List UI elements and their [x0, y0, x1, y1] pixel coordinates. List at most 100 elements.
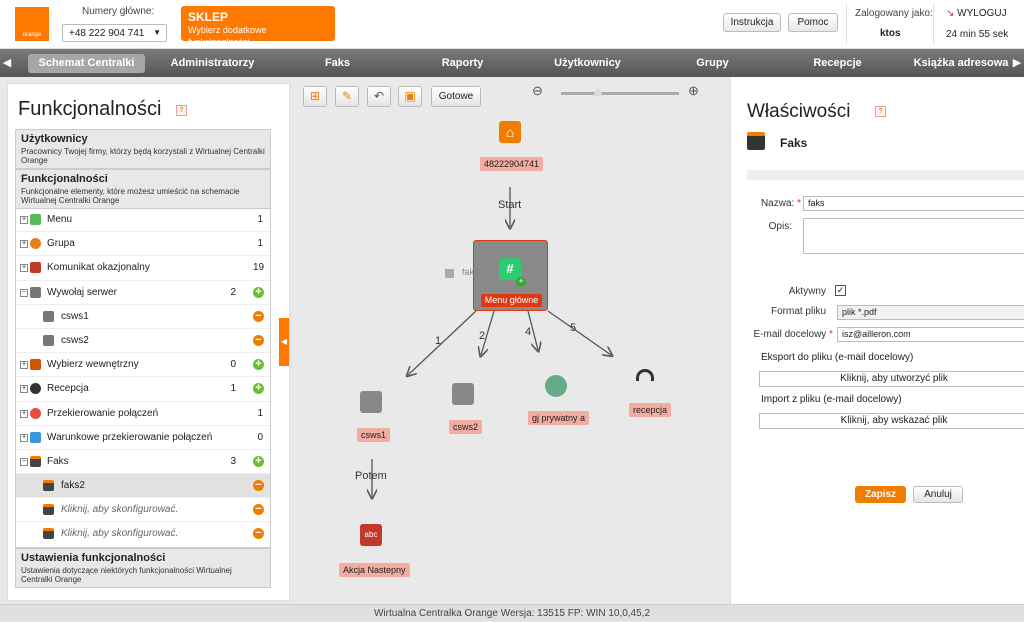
node-csws1[interactable]: csws1 — [357, 428, 391, 442]
start-number-node[interactable]: 48222904741 — [480, 157, 544, 171]
list-item-wywolaj-serwer[interactable]: − Wywołaj serwer 2 + — [16, 281, 270, 305]
message-icon[interactable]: abc — [360, 524, 382, 546]
format-select[interactable]: plik *.pdf — [837, 305, 1024, 320]
required-icon: * — [829, 329, 833, 340]
remove-icon[interactable]: − — [253, 480, 264, 492]
list-item-menu[interactable]: + Menu 1 — [16, 208, 270, 233]
remove-icon[interactable]: − — [253, 334, 264, 346]
edge-label: 4 — [525, 326, 532, 338]
tab-uzytkownicy[interactable]: Użytkownicy — [540, 49, 635, 77]
item-label: Faks — [47, 455, 69, 467]
export-label: Eksport do pliku (e-mail docelowy) — [761, 352, 914, 363]
settings-section[interactable]: Ustawienia funkcjonalności Ustawienia dot… — [15, 548, 271, 588]
tab-ksiazka-adresowa[interactable]: Książka adresowa — [912, 49, 1010, 77]
group-icon — [30, 238, 41, 250]
list-item-csws1[interactable]: csws1 − — [16, 305, 270, 329]
functionalities-panel: Funkcjonalności ? Użytkownicy Pracownicy … — [7, 83, 290, 601]
logout-link[interactable]: ↘ WYLOGUJ — [946, 8, 1007, 19]
properties-header: Faks — [747, 129, 1024, 155]
instrukcja-button[interactable]: Instrukcja — [723, 13, 781, 32]
then-label: Potem — [355, 470, 387, 482]
server-icon[interactable] — [452, 383, 474, 405]
fax-icon — [747, 132, 765, 150]
list-item-wybierz-wewnetrzny[interactable]: + Wybierz wewnętrzny 0 + — [16, 353, 270, 378]
expand-icon[interactable]: + — [20, 433, 28, 442]
node-akcja-nastepny[interactable]: Akcja Nastepny — [339, 563, 410, 577]
list-item-unconfigured[interactable]: Kliknij, aby skonfigurować. − — [16, 498, 270, 523]
functions-list: + Menu 1 + Grupa 1 + Komunikat okazjonalny 19 … — [15, 208, 271, 548]
item-label: csws2 — [61, 334, 89, 346]
list-item-faks[interactable]: − Faks 3 + — [16, 450, 270, 475]
list-item-unconfigured[interactable]: Kliknij, aby skonfigurować. − — [16, 522, 270, 546]
description-textarea[interactable] — [803, 218, 1024, 254]
functions-section[interactable]: Funkcjonalności Funkcjonalne elementy, kt… — [15, 169, 271, 209]
orange-logo[interactable]: orange — [15, 7, 49, 41]
tab-administratorzy[interactable]: Administratorzy — [160, 49, 265, 77]
nav-right-arrow-icon[interactable]: ▶ — [1010, 49, 1024, 77]
list-item-przekierowanie[interactable]: + Przekierowanie połączeń 1 — [16, 402, 270, 426]
users-section[interactable]: Użytkownicy Pracownicy Twojej firmy, któr… — [15, 129, 271, 169]
expand-icon[interactable]: + — [20, 361, 28, 370]
fax-icon — [445, 269, 454, 278]
main-menu-node[interactable]: # + Menu główne — [473, 240, 548, 311]
chevron-down-icon: ▼ — [153, 28, 161, 37]
main-number-value: +48 222 904 741 — [69, 28, 145, 39]
headset-icon[interactable] — [636, 369, 654, 381]
tab-faks[interactable]: Faks — [300, 49, 375, 77]
node-recepcja[interactable]: recepcja — [629, 403, 672, 417]
list-item-grupa[interactable]: + Grupa 1 — [16, 232, 270, 257]
save-button[interactable]: Zapisz — [855, 486, 906, 503]
remove-icon[interactable]: − — [253, 310, 264, 322]
help-icon[interactable]: ? — [176, 105, 187, 116]
users-section-desc: Pracownicy Twojej firmy, którzy będą kor… — [21, 147, 265, 165]
home-icon[interactable]: ⌂ — [499, 121, 521, 143]
nav-left-arrow-icon[interactable]: ◀ — [0, 49, 14, 77]
logo-text: orange — [22, 32, 42, 38]
menu-icon — [30, 214, 41, 225]
active-checkbox[interactable]: ✓ — [835, 285, 846, 296]
help-icon[interactable]: ? — [875, 106, 886, 117]
user-icon[interactable] — [545, 375, 567, 397]
add-icon[interactable]: + — [253, 383, 264, 395]
list-item-faks2[interactable]: faks2 − — [16, 474, 270, 499]
server-icon[interactable] — [360, 391, 382, 413]
expand-icon[interactable]: + — [20, 385, 28, 394]
fax-icon — [43, 480, 54, 492]
expand-icon[interactable]: + — [20, 264, 28, 273]
expand-icon[interactable]: + — [20, 240, 28, 249]
name-input[interactable]: faks — [803, 196, 1024, 211]
expand-icon[interactable]: + — [20, 409, 28, 418]
node-csws2[interactable]: csws2 — [449, 420, 483, 434]
add-icon[interactable]: + — [516, 277, 526, 287]
expand-icon[interactable]: + — [20, 216, 28, 224]
list-item-komunikat[interactable]: + Komunikat okazjonalny 19 — [16, 256, 270, 281]
list-item-recepcja[interactable]: + Recepcja 1 + — [16, 377, 270, 402]
node-gj-prywatny[interactable]: gj prywatny a — [528, 411, 590, 425]
schema-canvas[interactable]: ⊞ ✎ ↶ ▣ Gotowe ⊖ ⊕ ⌂ 48222904741 Start #… — [291, 77, 730, 604]
add-icon[interactable]: + — [253, 286, 264, 298]
active-label: Aktywny — [788, 286, 826, 297]
tab-schemat-centralki[interactable]: Schemat Centralki — [28, 54, 145, 73]
cancel-button[interactable]: Anuluj — [913, 486, 963, 503]
list-item-warunkowe[interactable]: + Warunkowe przekierowanie połączeń 0 — [16, 426, 270, 450]
email-input[interactable]: isz@ailleron.com — [837, 327, 1024, 342]
shop-button[interactable]: SKLEP Wybierz dodatkowe funkcjonalności — [181, 6, 335, 47]
start-label: Start — [498, 199, 522, 211]
item-label: Kliknij, aby skonfigurować. — [61, 504, 179, 516]
panel-title: Funkcjonalności — [18, 98, 162, 120]
collapse-icon[interactable]: − — [20, 288, 28, 297]
list-item-csws2[interactable]: csws2 − — [16, 329, 270, 354]
tab-grupy[interactable]: Grupy — [675, 49, 750, 77]
collapse-left-handle[interactable]: ◀ — [279, 318, 289, 366]
pomoc-button[interactable]: Pomoc — [788, 13, 838, 32]
remove-icon[interactable]: − — [253, 528, 264, 540]
tab-recepcje[interactable]: Recepcje — [795, 49, 880, 77]
tab-raporty[interactable]: Raporty — [420, 49, 505, 77]
import-file-button[interactable]: Kliknij, aby wskazać plik — [759, 413, 1024, 429]
add-icon[interactable]: + — [253, 455, 264, 467]
collapse-icon[interactable]: − — [20, 457, 28, 466]
remove-icon[interactable]: − — [253, 504, 264, 516]
add-icon[interactable]: + — [253, 359, 264, 371]
export-file-button[interactable]: Kliknij, aby utworzyć plik — [759, 371, 1024, 387]
main-number-select[interactable]: +48 222 904 741 ▼ — [62, 24, 167, 42]
